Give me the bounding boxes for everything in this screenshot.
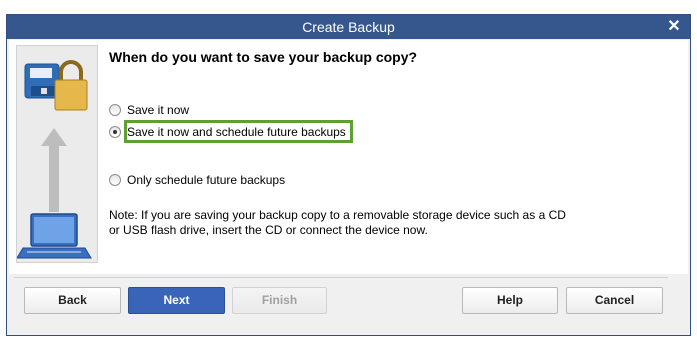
option-schedule-only-label: Only schedule future backups [127, 173, 286, 187]
finish-button[interactable]: Finish [232, 287, 327, 314]
back-button[interactable]: Back [24, 287, 121, 314]
option-save-and-schedule[interactable]: Save it now and schedule future backups [109, 122, 346, 142]
note-line-1: Note: If you are saving your backup copy… [109, 208, 566, 222]
title-bar[interactable]: Create Backup ✕ [7, 15, 690, 39]
up-arrow-icon [41, 128, 67, 212]
option-schedule-only[interactable]: Only schedule future backups [109, 170, 285, 190]
window-title: Create Backup [302, 19, 395, 35]
create-backup-dialog: Create Backup ✕ When do you want to save… [6, 14, 691, 336]
footer-divider [14, 277, 668, 278]
radio-save-and-schedule[interactable] [109, 126, 121, 138]
backup-illustration [16, 60, 92, 259]
cancel-button[interactable]: Cancel [566, 287, 663, 314]
radio-save-now[interactable] [109, 104, 121, 116]
next-button[interactable]: Next [128, 287, 225, 314]
padlock-icon [54, 60, 88, 111]
option-save-and-schedule-label: Save it now and schedule future backups [127, 125, 346, 139]
floppy-disk-icon [24, 63, 60, 99]
option-save-now[interactable]: Save it now [109, 100, 189, 120]
dialog-body: When do you want to save your backup cop… [9, 40, 688, 274]
note-text: Note: If you are saving your backup copy… [109, 208, 589, 238]
radio-schedule-only[interactable] [109, 174, 121, 186]
laptop-icon [16, 213, 92, 259]
help-button[interactable]: Help [462, 287, 558, 314]
backup-illustration-panel [16, 45, 98, 263]
note-line-2: or USB flash drive, insert the CD or con… [109, 223, 428, 237]
close-icon[interactable]: ✕ [666, 17, 682, 37]
option-save-now-label: Save it now [127, 103, 190, 117]
question-heading: When do you want to save your backup cop… [109, 49, 418, 65]
